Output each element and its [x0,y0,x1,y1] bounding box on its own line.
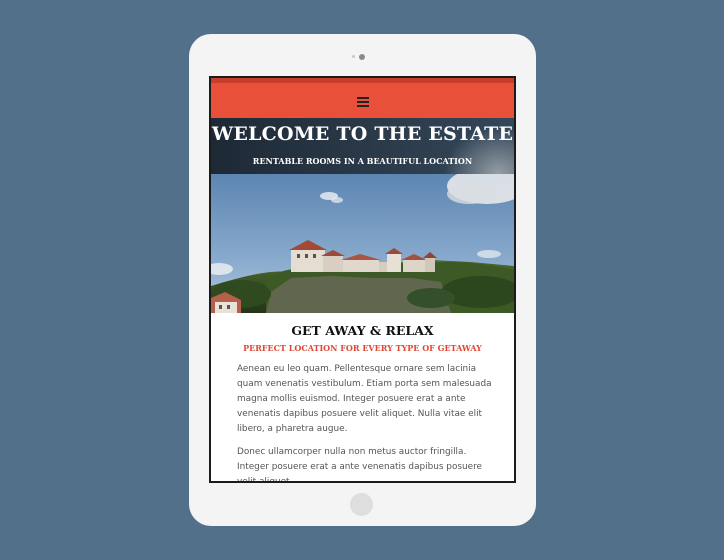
tablet-frame: WELCOME TO THE ESTATE RENTABLE ROOMS IN … [189,34,536,526]
home-button[interactable] [350,493,373,516]
hero-banner: WELCOME TO THE ESTATE RENTABLE ROOMS IN … [211,118,514,174]
hamburger-menu-icon[interactable] [357,96,369,107]
hero-title: WELCOME TO THE ESTATE [211,123,514,145]
hero-subtitle: RENTABLE ROOMS IN A BEAUTIFUL LOCATION [252,156,473,166]
navbar [211,78,514,118]
section-subtitle: PERFECT LOCATION FOR EVERY TYPE OF GETAW… [243,343,482,353]
camera-dot [359,54,365,60]
content-section: GET AWAY & RELAX PERFECT LOCATION FOR EV… [211,313,514,481]
section-title: GET AWAY & RELAX [291,323,434,338]
body-paragraph: Aenean eu leo quam. Pellentesque ornare … [237,364,492,434]
tablet-screen: WELCOME TO THE ESTATE RENTABLE ROOMS IN … [209,76,516,483]
sensor-dot [352,55,355,58]
body-paragraph: Donec ullamcorper nulla non metus auctor… [237,447,482,483]
castle-landscape-image [211,174,514,313]
castle-photo [211,174,514,313]
